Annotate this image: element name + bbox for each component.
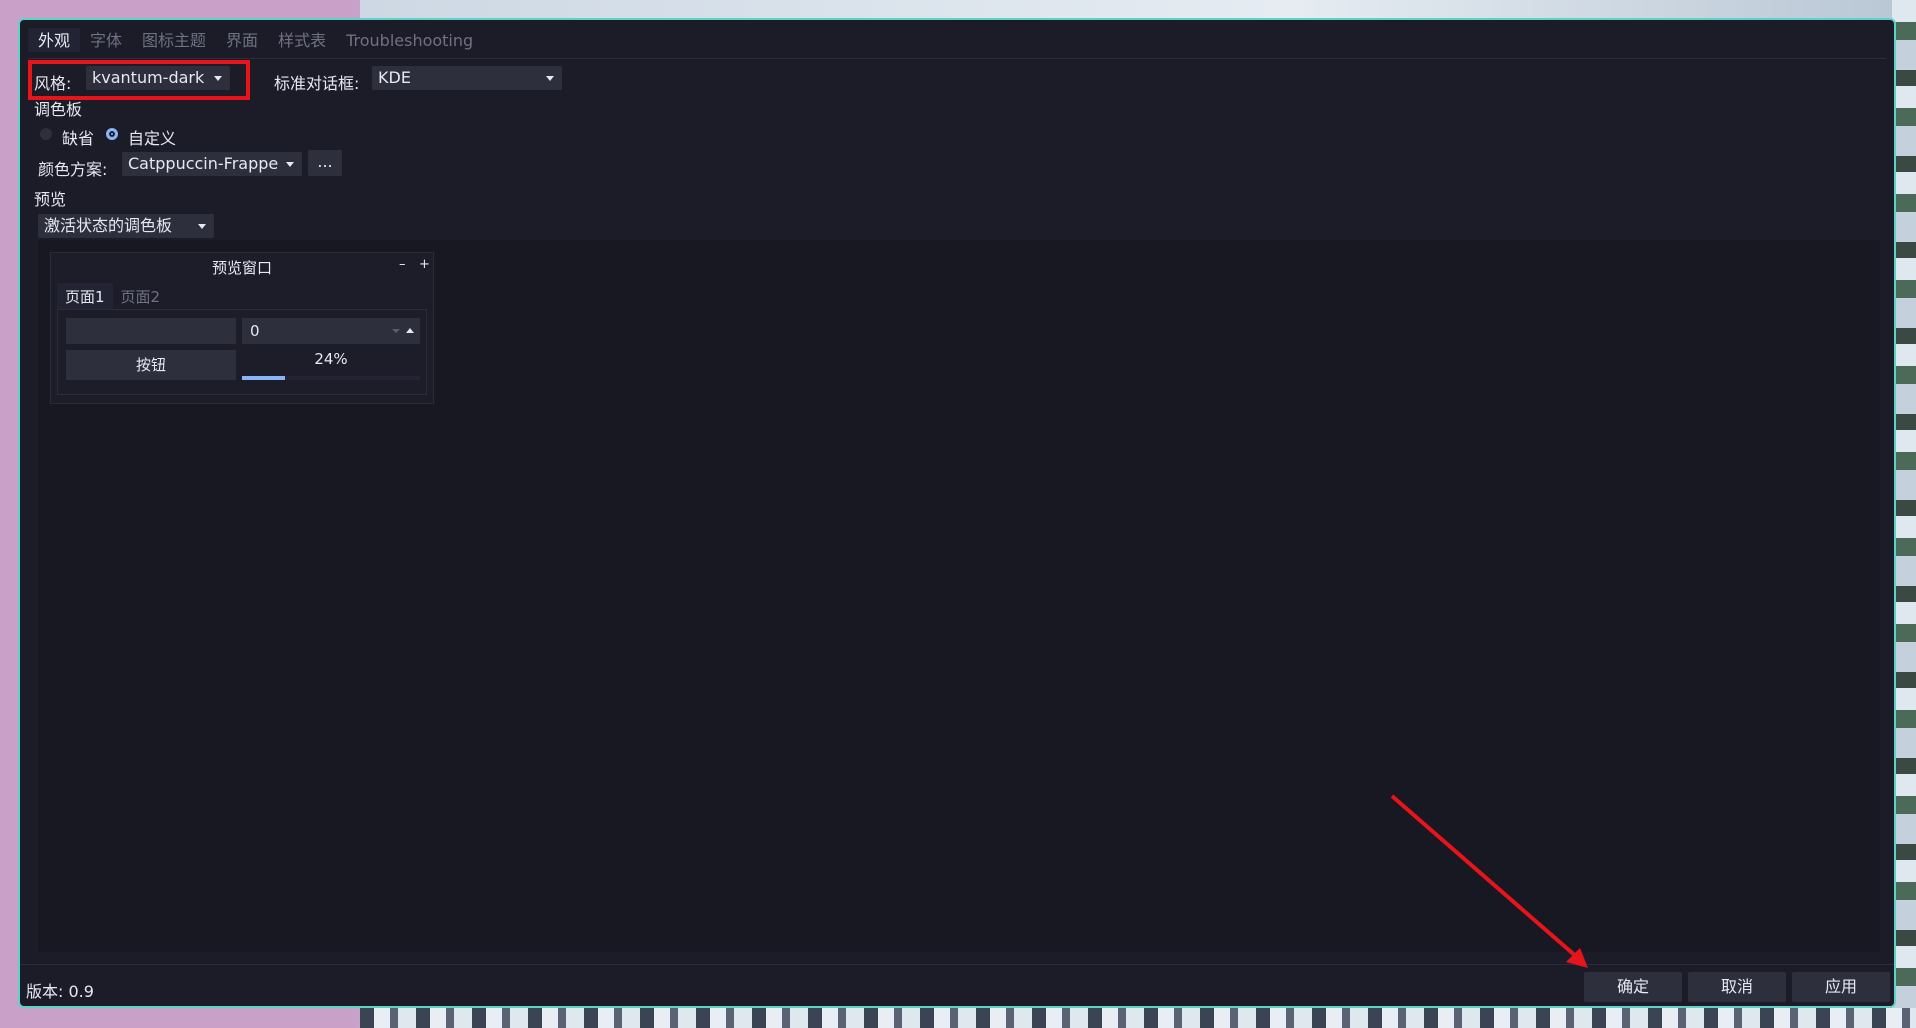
desktop-background-top bbox=[360, 0, 1916, 18]
tab-interface[interactable]: 界面 bbox=[216, 28, 268, 52]
preview-window: 预览窗口 – + 页面1 页面2 0 按钮 24% bbox=[50, 252, 434, 404]
chevron-down-icon bbox=[546, 76, 554, 81]
preview-progress-bar bbox=[242, 376, 420, 380]
desktop-background-bottom bbox=[360, 1008, 1916, 1028]
qt5ct-settings-window: 外观 字体 图标主题 界面 样式表 Troubleshooting 风格: kv… bbox=[18, 18, 1896, 1008]
tab-troubleshooting[interactable]: Troubleshooting bbox=[336, 28, 483, 52]
spin-down-icon[interactable] bbox=[392, 329, 400, 333]
preview-text-input[interactable] bbox=[66, 318, 236, 344]
annotation-arrow bbox=[1390, 794, 1588, 968]
palette-state-select[interactable]: 激活状态的调色板 bbox=[38, 214, 214, 238]
tab-icon-theme[interactable]: 图标主题 bbox=[132, 28, 216, 52]
preview-tab-bar: 页面1 页面2 bbox=[57, 283, 168, 310]
default-palette-radio[interactable] bbox=[40, 128, 52, 140]
apply-button[interactable]: 应用 bbox=[1792, 972, 1890, 1002]
footer-divider bbox=[20, 964, 1894, 965]
preview-heading: 预览 bbox=[34, 190, 67, 209]
color-scheme-select[interactable]: Catppuccin-Frappe bbox=[122, 152, 302, 176]
color-scheme-value: Catppuccin-Frappe bbox=[128, 154, 279, 173]
default-palette-label: 缺省 bbox=[62, 129, 95, 148]
version-label: 版本: 0.9 bbox=[26, 982, 94, 1001]
preview-progress-fill bbox=[242, 376, 285, 380]
annotation-arrow-line bbox=[1390, 794, 1580, 960]
preview-button[interactable]: 按钮 bbox=[66, 350, 236, 380]
preview-progress-text: 24% bbox=[314, 350, 348, 368]
standard-dialog-label: 标准对话框: bbox=[274, 74, 360, 93]
custom-palette-radio[interactable] bbox=[106, 128, 118, 140]
highlight-box bbox=[28, 60, 250, 100]
preview-spinbox[interactable]: 0 bbox=[242, 318, 420, 344]
standard-dialog-value: KDE bbox=[378, 68, 411, 87]
minimize-icon[interactable]: – bbox=[399, 257, 406, 272]
color-scheme-label: 颜色方案: bbox=[38, 160, 108, 179]
spin-up-icon[interactable] bbox=[406, 328, 414, 333]
palette-state-value: 激活状态的调色板 bbox=[44, 216, 173, 235]
tab-stylesheets[interactable]: 样式表 bbox=[268, 28, 336, 52]
chevron-down-icon bbox=[198, 224, 206, 229]
preview-spinbox-value: 0 bbox=[250, 322, 260, 340]
chevron-down-icon bbox=[286, 162, 294, 167]
tab-fonts[interactable]: 字体 bbox=[80, 28, 132, 52]
color-scheme-more-button[interactable]: ... bbox=[308, 150, 342, 176]
maximize-icon[interactable]: + bbox=[419, 257, 430, 272]
tab-bar: 外观 字体 图标主题 界面 样式表 Troubleshooting bbox=[28, 28, 483, 52]
palette-heading: 调色板 bbox=[34, 100, 83, 119]
cancel-button[interactable]: 取消 bbox=[1688, 972, 1786, 1002]
preview-tab-page2[interactable]: 页面2 bbox=[113, 283, 169, 310]
standard-dialog-select[interactable]: KDE bbox=[372, 66, 562, 90]
custom-palette-label: 自定义 bbox=[128, 129, 177, 148]
preview-tab-panel: 0 按钮 24% bbox=[57, 309, 427, 395]
tab-divider bbox=[28, 58, 1886, 59]
tab-appearance[interactable]: 外观 bbox=[28, 28, 81, 52]
preview-window-title: 预览窗口 bbox=[211, 259, 272, 277]
preview-tab-page1[interactable]: 页面1 bbox=[57, 283, 113, 310]
